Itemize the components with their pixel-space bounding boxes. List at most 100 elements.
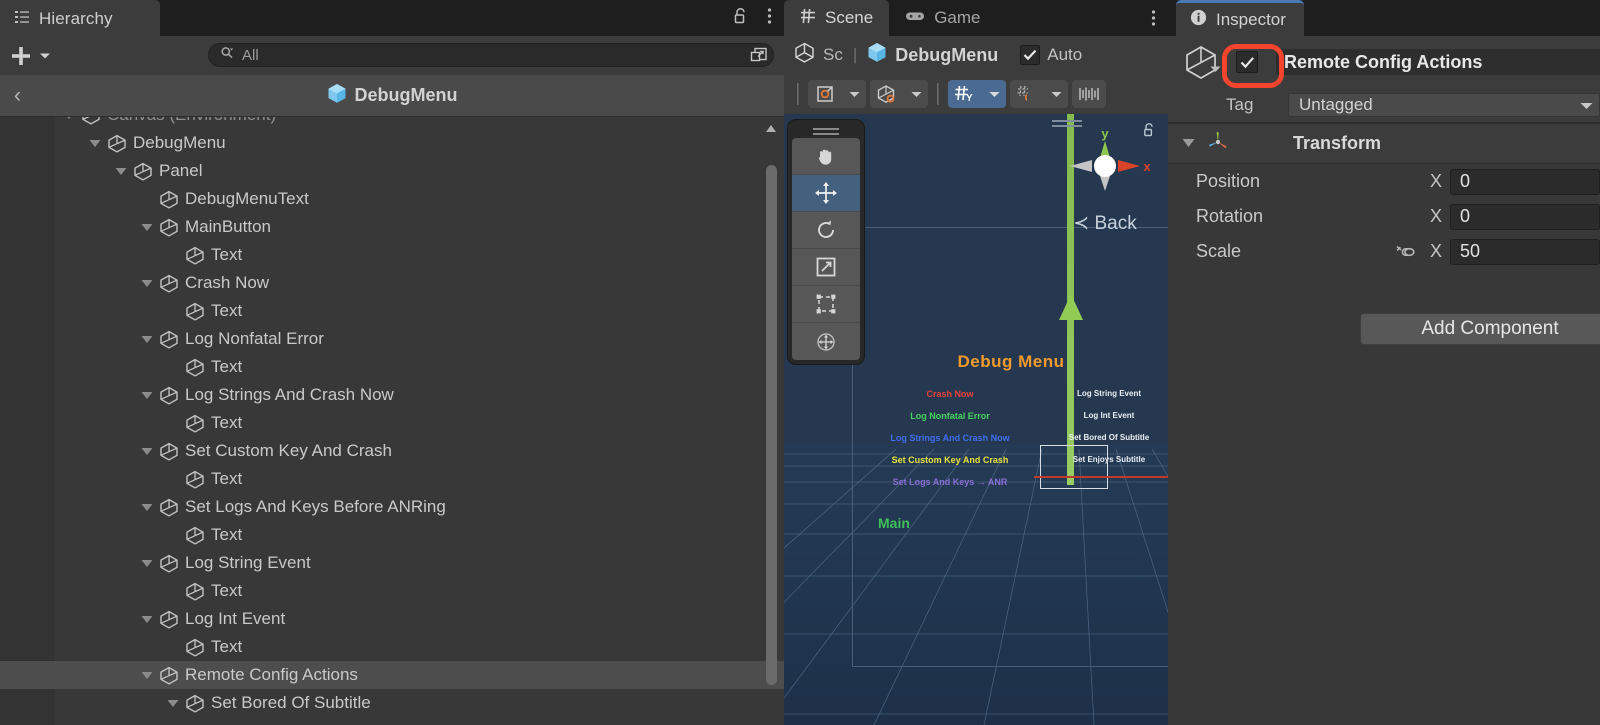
search-icon [220,46,234,65]
palette-drag-handle[interactable] [792,124,860,138]
hierarchy-row[interactable]: Text [0,241,784,269]
hierarchy-row[interactable]: Set Bored Of Subtitle [0,689,784,717]
inspector-tabbar: Inspector [1168,0,1600,36]
hierarchy-row[interactable]: Panel [0,157,784,185]
hierarchy-row[interactable]: Set Logs And Keys Before ANRing [0,493,784,521]
grid-lines-icon[interactable] [1072,80,1106,108]
handle-space-button[interactable] [870,80,928,108]
scene-breadcrumb-scene[interactable]: Sc [823,45,843,65]
chevron-down-icon[interactable] [1210,60,1221,78]
foldout-expanded-icon[interactable] [136,223,158,232]
hand-tool[interactable] [792,138,860,175]
hierarchy-row[interactable]: Log String Event [0,549,784,577]
hierarchy-row[interactable]: DebugMenu [0,129,784,157]
foldout-expanded-icon[interactable] [136,559,158,568]
tag-row: Tag Untagged [1168,88,1600,122]
foldout-expanded-icon[interactable] [136,391,158,400]
expand-search-icon[interactable] [748,45,770,72]
hierarchy-scrollbar[interactable] [764,121,778,721]
add-gameobject-button[interactable] [10,45,51,67]
scene-orientation-gizmo[interactable]: y x ≺ Back [1050,120,1160,235]
foldout-expanded-icon[interactable] [136,447,158,456]
hierarchy-row[interactable]: DebugMenuText [0,185,784,213]
hierarchy-row[interactable]: Log Strings And Crash Now [0,381,784,409]
hierarchy-row[interactable]: Set Custom Key And Crash [0,437,784,465]
foldout-expanded-icon[interactable] [136,615,158,624]
object-name-field[interactable]: Remote Config Actions [1276,49,1600,75]
hierarchy-row[interactable]: Log Int Event [0,605,784,633]
transform-row-label: Scale [1196,241,1394,262]
global-cube-icon[interactable] [870,80,904,108]
hierarchy-row-selected[interactable]: Remote Config Actions [0,661,784,689]
lock-open-icon[interactable] [1142,122,1156,143]
foldout-expanded-icon[interactable] [136,671,158,680]
magnet-grid-icon[interactable] [1010,80,1044,108]
transform-row-label: Rotation [1196,206,1430,227]
add-component-button[interactable]: Add Component [1360,313,1600,345]
hierarchy-row[interactable]: MainButton [0,213,784,241]
hierarchy-row[interactable]: Text [0,353,784,381]
hierarchy-row[interactable]: Log Nonfatal Error [0,325,784,353]
chevron-down-icon[interactable] [982,80,1006,108]
tab-game[interactable]: Game [889,0,996,36]
breadcrumb-back-button[interactable]: ‹ [8,85,27,106]
grid-snap-button[interactable]: Y [948,80,1006,108]
hierarchy-row[interactable]: Text [0,465,784,493]
gizmo-back-label[interactable]: ≺ Back [1050,212,1160,235]
lock-open-icon[interactable] [733,7,749,30]
hierarchy-row[interactable]: Text [0,297,784,325]
transform-value-input[interactable]: 0 [1450,204,1600,230]
tab-scene[interactable]: Scene [784,0,889,36]
move-gizmo-y-arrow[interactable] [1059,294,1083,320]
hierarchy-row[interactable]: Text [0,633,784,661]
object-enabled-checkbox[interactable] [1236,51,1258,73]
search-input[interactable]: All [208,43,774,67]
transform-component-header[interactable]: Transform [1168,124,1600,164]
auto-save-toggle[interactable]: Auto [1020,45,1082,65]
scroll-up-arrow-icon[interactable] [764,121,778,135]
foldout-triangle-icon[interactable] [1182,135,1195,153]
kebab-menu-icon[interactable] [767,7,772,30]
foldout-expanded-icon[interactable] [110,167,132,176]
scene-breadcrumb-separator: | [853,45,857,65]
transform-value-input[interactable]: 0 [1450,169,1600,195]
tab-inspector[interactable]: Inspector [1176,0,1304,36]
tag-dropdown[interactable]: Untagged [1288,93,1600,117]
scene-menu-button[interactable] [1151,0,1156,36]
auto-save-checkbox[interactable] [1020,45,1040,65]
hierarchy-row[interactable]: Crash Now [0,269,784,297]
foldout-expanded-icon[interactable] [136,503,158,512]
gizmo-drag-handle[interactable] [1052,120,1082,127]
transform-value-input[interactable]: 50 [1450,239,1600,265]
gameobject-cube-icon [158,218,180,237]
chevron-down-icon[interactable] [904,80,928,108]
foldout-expanded-icon[interactable] [84,139,106,148]
transform-tool[interactable] [792,323,860,360]
hierarchy-row[interactable]: Text [0,409,784,437]
foldout-expanded-icon[interactable] [136,335,158,344]
magnet-snap-button[interactable] [1010,80,1068,108]
hierarchy-row[interactable]: Text [0,521,784,549]
move-tool[interactable] [792,175,860,212]
pivot-icon[interactable] [808,80,842,108]
pivot-toggle-button[interactable] [808,80,866,108]
tab-hierarchy[interactable]: Hierarchy [0,0,160,36]
scene-viewport[interactable]: Debug Menu Crash NowLog Nonfatal ErrorLo… [784,114,1168,725]
grid-axis-icon[interactable]: Y [948,80,982,108]
scene-breadcrumb-object[interactable]: DebugMenu [895,45,998,66]
check-icon [1240,56,1255,69]
hierarchy-row[interactable]: Canvas (Environment) [0,117,784,129]
chevron-down-icon[interactable] [1044,80,1068,108]
grid-size-button[interactable] [1072,80,1106,108]
broken-link-icon[interactable] [1394,244,1416,260]
scrollbar-thumb[interactable] [766,165,777,685]
foldout-expanded-icon[interactable] [58,117,80,120]
hierarchy-row[interactable]: Text [0,577,784,605]
scale-tool[interactable] [792,249,860,286]
foldout-expanded-icon[interactable] [162,699,184,708]
rotate-tool[interactable] [792,212,860,249]
foldout-expanded-icon[interactable] [136,279,158,288]
grid-icon [800,8,816,29]
rect-tool[interactable] [792,286,860,323]
chevron-down-icon[interactable] [842,80,866,108]
